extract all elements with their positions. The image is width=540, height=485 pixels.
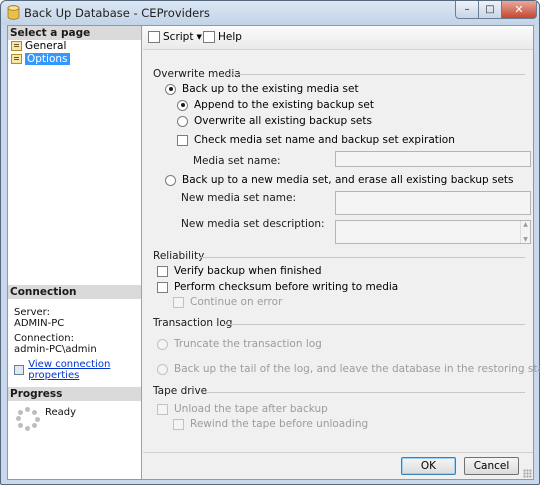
- progress-status: Ready: [45, 407, 77, 418]
- media-set-name-field[interactable]: [335, 151, 531, 167]
- group-divider: [199, 257, 525, 258]
- checkbox-indicator[interactable]: [157, 265, 168, 277]
- database-icon: [7, 5, 20, 20]
- backup-new-media-radio[interactable]: Back up to a new media set, and erase al…: [165, 174, 514, 186]
- page-icon: [11, 54, 22, 64]
- radio-indicator[interactable]: [165, 83, 176, 95]
- connection-label: Connection:: [14, 333, 74, 344]
- truncate-log-radio[interactable]: Truncate the transaction log: [157, 338, 322, 350]
- minimize-icon: –: [464, 4, 470, 15]
- checkbox-indicator[interactable]: [173, 418, 184, 430]
- group-divider: [205, 392, 525, 393]
- backup-existing-label: Back up to the existing media set: [182, 83, 359, 95]
- check-media-set-checkbox[interactable]: Check media set name and backup set expi…: [177, 134, 455, 146]
- reliability-title: Reliability: [153, 250, 205, 262]
- group-divider: [223, 324, 525, 325]
- media-set-name-label: Media set name:: [193, 155, 281, 167]
- title-bar[interactable]: Back Up Database - CEProviders – □ ✕: [1, 1, 539, 25]
- close-icon: ✕: [514, 3, 524, 16]
- help-label: Help: [218, 31, 242, 43]
- view-connection-properties-link[interactable]: View connection properties: [14, 359, 141, 381]
- close-button[interactable]: ✕: [501, 1, 537, 19]
- progress-spinner-icon: [16, 407, 40, 431]
- view-connection-properties-label: View connection properties: [28, 359, 111, 381]
- rewind-tape-checkbox[interactable]: Rewind the tape before unloading: [173, 418, 368, 430]
- connection-header: Connection: [8, 285, 141, 299]
- script-icon: [148, 31, 160, 43]
- tape-drive-title: Tape drive: [153, 385, 208, 397]
- scroll-down-icon[interactable]: ▼: [523, 236, 528, 243]
- truncate-label: Truncate the transaction log: [174, 338, 322, 350]
- checkbox-indicator[interactable]: [177, 134, 188, 146]
- select-page-header: Select a page: [8, 26, 141, 40]
- verify-label: Verify backup when finished: [174, 265, 322, 277]
- new-media-name-field[interactable]: [335, 191, 531, 215]
- ok-button[interactable]: OK: [401, 457, 456, 475]
- dialog-client-area: Select a page General Options Connection…: [7, 25, 540, 480]
- help-icon: [203, 31, 215, 43]
- unload-label: Unload the tape after backup: [174, 403, 328, 415]
- scroll-up-icon[interactable]: ▲: [523, 221, 528, 228]
- overwrite-label: Overwrite all existing backup sets: [194, 115, 372, 127]
- perform-checksum-checkbox[interactable]: Perform checksum before writing to media: [157, 281, 398, 293]
- checkbox-indicator[interactable]: [173, 296, 184, 308]
- properties-icon: [14, 365, 25, 375]
- verify-backup-checkbox[interactable]: Verify backup when finished: [157, 265, 322, 277]
- continue-on-error-checkbox[interactable]: Continue on error: [173, 296, 282, 308]
- new-media-name-label: New media set name:: [181, 192, 296, 204]
- script-label: Script: [163, 31, 194, 43]
- transaction-log-title: Transaction log: [153, 317, 233, 329]
- toolbar: Script ▼ Help: [143, 26, 533, 50]
- left-pane: Select a page General Options Connection…: [8, 26, 142, 479]
- radio-indicator[interactable]: [177, 99, 188, 111]
- backup-database-window: Back Up Database - CEProviders – □ ✕ Sel…: [0, 0, 540, 485]
- description-scrollbar[interactable]: ▲ ▼: [520, 221, 530, 243]
- progress-header: Progress: [8, 387, 141, 401]
- page-item-options[interactable]: Options: [11, 53, 70, 65]
- overwrite-backup-sets-radio[interactable]: Overwrite all existing backup sets: [177, 115, 372, 127]
- page-icon: [11, 41, 22, 51]
- checksum-label: Perform checksum before writing to media: [174, 281, 399, 293]
- continue-on-error-label: Continue on error: [190, 296, 283, 308]
- radio-indicator[interactable]: [177, 115, 188, 127]
- window-title: Back Up Database - CEProviders: [24, 6, 210, 20]
- unload-tape-checkbox[interactable]: Unload the tape after backup: [157, 403, 328, 415]
- resize-grip-icon[interactable]: [523, 469, 532, 478]
- new-media-description-label: New media set description:: [181, 218, 325, 230]
- page-item-label: Options: [25, 53, 70, 65]
- backup-existing-radio[interactable]: Back up to the existing media set: [165, 83, 359, 95]
- script-button[interactable]: Script ▼: [148, 31, 202, 43]
- append-backup-set-radio[interactable]: Append to the existing backup set: [177, 99, 374, 111]
- help-button[interactable]: Help: [203, 31, 242, 43]
- backup-tail-log-radio[interactable]: Back up the tail of the log, and leave t…: [157, 363, 540, 375]
- rewind-label: Rewind the tape before unloading: [190, 418, 369, 430]
- radio-indicator[interactable]: [157, 363, 168, 375]
- dialog-footer: OK Cancel: [143, 452, 533, 479]
- radio-indicator[interactable]: [157, 338, 168, 350]
- server-value: ADMIN-PC: [14, 318, 65, 329]
- maximize-button[interactable]: □: [478, 1, 502, 19]
- options-content: Overwrite media Back up to the existing …: [143, 51, 540, 452]
- page-item-label: General: [25, 40, 67, 52]
- maximize-icon: □: [485, 4, 495, 15]
- page-item-general[interactable]: General: [11, 40, 66, 52]
- chevron-down-icon[interactable]: ▼: [196, 33, 201, 41]
- checkbox-indicator[interactable]: [157, 403, 168, 415]
- group-divider: [226, 74, 525, 75]
- cancel-button[interactable]: Cancel: [464, 457, 519, 475]
- checkbox-indicator[interactable]: [157, 281, 168, 293]
- backup-tail-label: Back up the tail of the log, and leave t…: [174, 363, 540, 375]
- new-media-description-field[interactable]: ▲ ▼: [335, 220, 531, 244]
- append-label: Append to the existing backup set: [194, 99, 374, 111]
- backup-new-label: Back up to a new media set, and erase al…: [182, 174, 514, 186]
- check-media-label: Check media set name and backup set expi…: [194, 134, 455, 146]
- connection-value: admin-PC\admin: [14, 344, 97, 355]
- server-label: Server:: [14, 307, 50, 318]
- radio-indicator[interactable]: [165, 174, 176, 186]
- minimize-button[interactable]: –: [455, 1, 479, 19]
